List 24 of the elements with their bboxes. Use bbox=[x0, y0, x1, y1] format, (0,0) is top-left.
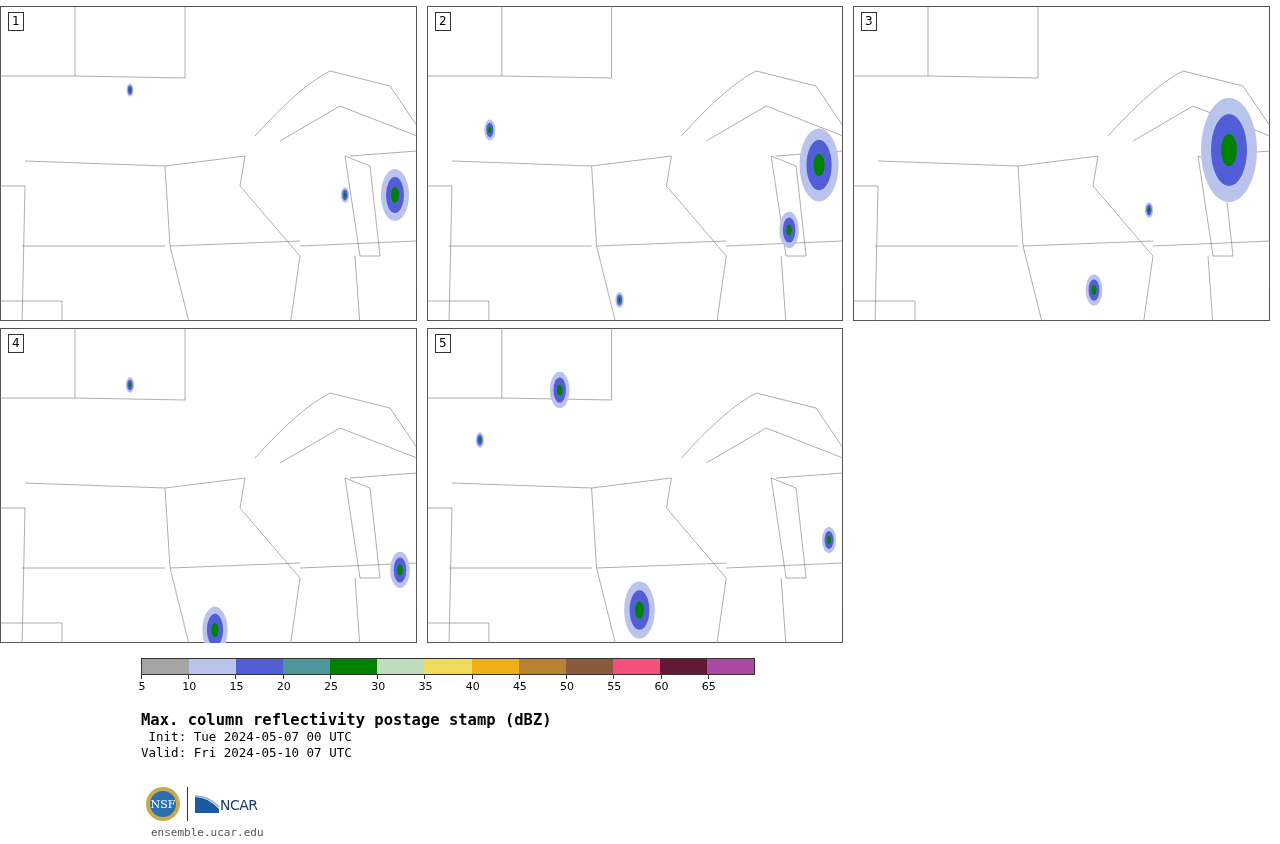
tick-label: 45 bbox=[512, 680, 527, 693]
panel-number: 3 bbox=[861, 12, 877, 31]
tick-label: 65 bbox=[701, 680, 716, 693]
chart-title: Max. column reflectivity postage stamp (dBZ) bbox=[141, 711, 553, 729]
tick-label: 50 bbox=[560, 680, 575, 693]
tick-label: 20 bbox=[276, 680, 291, 693]
panel-number: 4 bbox=[8, 334, 24, 353]
ncar-logo: NCAR bbox=[194, 795, 258, 813]
panel-number: 2 bbox=[435, 12, 451, 31]
tick-label: 35 bbox=[418, 680, 433, 693]
tick-label: 25 bbox=[323, 680, 338, 693]
panel-number: 1 bbox=[8, 12, 24, 31]
init-time: Init: Tue 2024-05-07 00 UTC bbox=[147, 729, 353, 745]
tick-label: 5 bbox=[138, 680, 146, 693]
tick-label: 10 bbox=[182, 680, 197, 693]
panel-number: 5 bbox=[435, 334, 451, 353]
seal-logo: NSF bbox=[145, 786, 181, 822]
tick-label: 15 bbox=[229, 680, 244, 693]
tick-label: 30 bbox=[371, 680, 386, 693]
tick-label: 40 bbox=[465, 680, 480, 693]
tick-label: 55 bbox=[607, 680, 622, 693]
valid-time: Valid: Fri 2024-05-10 07 UTC bbox=[141, 745, 353, 761]
website-url: ensemble.ucar.edu bbox=[151, 826, 265, 839]
tick-label: 60 bbox=[654, 680, 669, 693]
